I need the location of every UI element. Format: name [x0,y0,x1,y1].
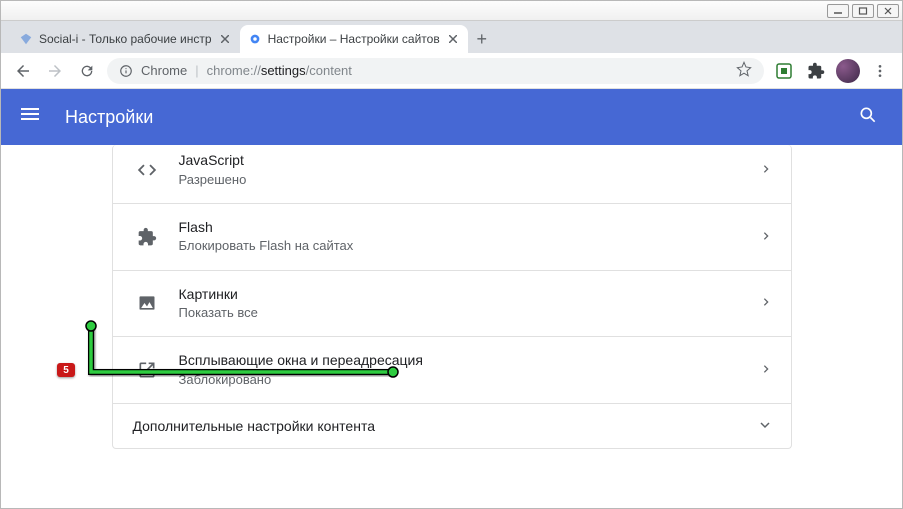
setting-title: Flash [179,218,761,238]
content-area[interactable]: JavaScript Разрешено Flash Блокировать F… [1,145,902,508]
close-icon[interactable] [446,32,460,46]
tab-settings[interactable]: Настройки – Настройки сайтов [240,25,468,53]
page-title: Настройки [65,107,858,128]
setting-popups[interactable]: Всплывающие окна и переадресация Заблоки… [113,336,791,403]
setting-images[interactable]: Картинки Показать все [113,270,791,337]
setting-subtitle: Разрешено [179,171,761,189]
menu-button[interactable] [868,59,892,83]
gear-icon [248,32,262,46]
image-icon [133,289,161,317]
bookmark-star-icon[interactable] [736,61,752,80]
back-button[interactable] [11,59,35,83]
settings-list: JavaScript Разрешено Flash Блокировать F… [112,145,792,449]
close-button[interactable] [877,4,899,18]
setting-title: Картинки [179,285,761,305]
settings-header: Настройки [1,89,902,145]
tab-social-i[interactable]: Social-i - Только рабочие инстр [11,25,240,53]
setting-javascript[interactable]: JavaScript Разрешено [113,145,791,203]
forward-button[interactable] [43,59,67,83]
chevron-right-icon [761,161,771,179]
additional-settings-toggle[interactable]: Дополнительные настройки контента [113,403,791,448]
expand-label: Дополнительные настройки контента [133,418,375,434]
setting-subtitle: Блокировать Flash на сайтах [179,237,761,255]
chevron-right-icon [761,294,771,312]
annotation-badge: 5 [57,363,75,377]
extensions-icon[interactable] [804,59,828,83]
launch-icon [133,356,161,384]
setting-title: JavaScript [179,151,761,171]
browser-window: Social-i - Только рабочие инстр Настройк… [0,0,903,509]
chevron-right-icon [761,228,771,246]
diamond-icon [19,32,33,46]
browser-label: Chrome [141,63,187,78]
profile-avatar[interactable] [836,59,860,83]
tab-title: Настройки – Настройки сайтов [268,32,440,46]
maximize-button[interactable] [852,4,874,18]
close-icon[interactable] [218,32,232,46]
divider: | [195,63,198,78]
code-icon [133,156,161,184]
window-title-bar [1,1,902,21]
url-text: chrome://settings/content [207,63,352,78]
reload-button[interactable] [75,59,99,83]
tab-title: Social-i - Только рабочие инстр [39,32,212,46]
chevron-down-icon [759,418,771,434]
address-field[interactable]: Chrome | chrome://settings/content [107,58,764,84]
menu-icon[interactable] [21,105,45,129]
search-icon[interactable] [858,105,882,129]
tabs-bar: Social-i - Только рабочие инстр Настройк… [1,21,902,53]
extension-adblock-icon[interactable] [772,59,796,83]
setting-title: Всплывающие окна и переадресация [179,351,761,371]
setting-subtitle: Показать все [179,304,761,322]
new-tab-button[interactable]: + [468,25,496,53]
chevron-right-icon [761,361,771,379]
setting-subtitle: Заблокировано [179,371,761,389]
setting-flash[interactable]: Flash Блокировать Flash на сайтах [113,203,791,270]
minimize-button[interactable] [827,4,849,18]
address-bar: Chrome | chrome://settings/content [1,53,902,89]
info-icon [119,64,133,78]
puzzle-icon [133,223,161,251]
